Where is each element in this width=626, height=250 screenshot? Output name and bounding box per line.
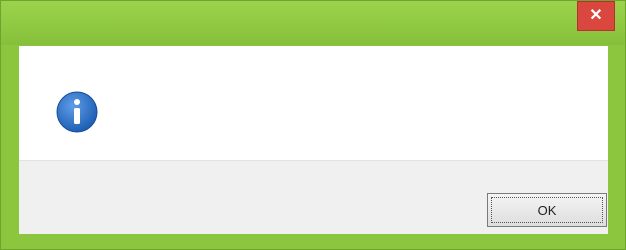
title-bar[interactable]: ✕	[1, 1, 625, 45]
ok-button[interactable]: OK	[487, 193, 607, 227]
close-icon: ✕	[589, 7, 603, 24]
info-icon	[56, 91, 98, 133]
message-area	[19, 46, 608, 160]
dialog-window: ✕ OK	[0, 0, 626, 250]
button-bar: OK	[19, 160, 608, 234]
close-button[interactable]: ✕	[577, 1, 615, 31]
dialog-client-area: OK	[19, 46, 608, 234]
